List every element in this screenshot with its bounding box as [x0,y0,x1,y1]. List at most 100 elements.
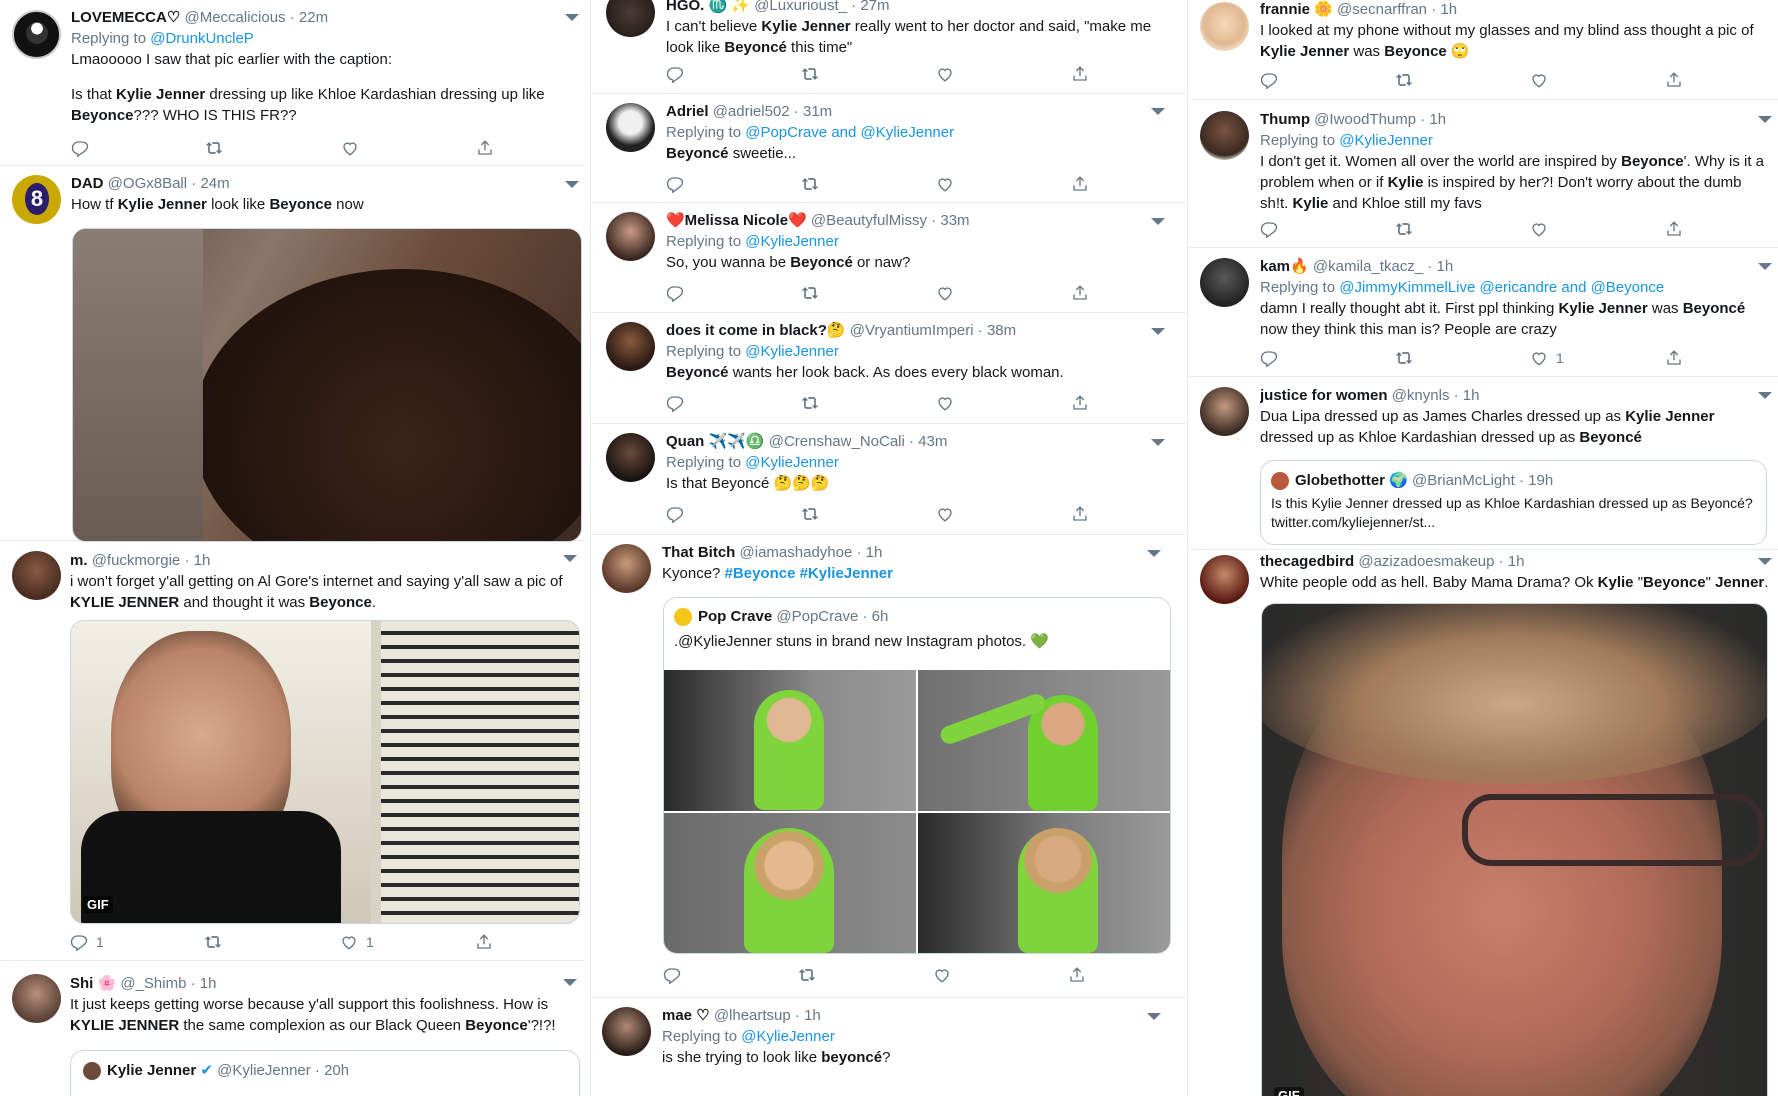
share-button[interactable] [1071,64,1089,84]
display-name[interactable]: justice for women [1260,387,1388,404]
display-name[interactable]: LOVEMECCA♡ [71,9,180,26]
like-button[interactable] [936,64,954,84]
like-button[interactable]: 1 [340,932,374,952]
tweet-m[interactable]: m. @fuckmorgie · 1h i won't forget y'all… [0,541,585,961]
display-name[interactable]: Adriel [666,103,709,120]
handle[interactable]: @adriel502 [713,103,790,120]
share-button[interactable] [1071,283,1089,303]
chevron-down-icon[interactable] [1151,439,1165,446]
avatar[interactable] [606,212,655,261]
handle[interactable]: @iamashadyhoe [740,544,853,561]
display-name[interactable]: ❤️Melissa Nicole❤️ [666,212,807,229]
timestamp[interactable]: 1h [1508,553,1525,570]
reply-button[interactable] [666,283,684,303]
chevron-down-icon[interactable] [1758,263,1772,270]
reply-button[interactable]: 1 [70,932,104,952]
chevron-down-icon[interactable] [565,14,579,21]
avatar[interactable] [602,1007,651,1056]
photo-1[interactable] [664,670,916,811]
quoted-tweet[interactable]: Pop Crave @PopCrave · 6h .@KylieJenner s… [663,597,1171,954]
tweet-adriel[interactable]: Adriel @adriel502 · 31m Replying to @Pop… [591,94,1186,203]
reply-to-link[interactable]: @PopCrave and @KylieJenner [745,124,954,141]
share-button[interactable] [1071,174,1089,194]
tweet-does-it-come-in-black[interactable]: does it come in black?🤔 @VryantiumImperi… [591,313,1186,424]
avatar[interactable] [12,10,61,59]
display-name[interactable]: m. [70,552,88,569]
chevron-down-icon[interactable] [565,181,579,188]
like-button[interactable]: 1 [1530,348,1564,368]
like-button[interactable] [936,504,954,524]
retweet-button[interactable] [203,932,223,952]
reply-to-link[interactable]: @JimmyKimmelLive @ericandre and @Beyonce [1339,279,1664,296]
handle[interactable]: @fuckmorgie [92,552,181,569]
display-name[interactable]: mae ♡ [662,1007,710,1024]
reply-button[interactable] [666,393,684,413]
timestamp[interactable]: 1h [866,544,883,561]
like-button[interactable] [341,138,359,158]
like-button[interactable] [1530,219,1548,239]
reply-button[interactable] [666,174,684,194]
reply-to-link[interactable]: @KylieJenner [745,454,839,471]
avatar[interactable]: 8 [12,175,61,224]
timestamp[interactable]: 24m [200,175,229,192]
retweet-button[interactable] [800,64,820,84]
avatar[interactable] [602,544,651,593]
display-name[interactable]: Thump [1260,111,1310,128]
timestamp[interactable]: 27m [860,0,889,14]
display-name[interactable]: thecagedbird [1260,553,1354,570]
share-button[interactable] [1071,393,1089,413]
retweet-button[interactable] [1394,348,1414,368]
retweet-button[interactable] [204,138,224,158]
tweet-thump[interactable]: Thump @IwoodThump · 1h Replying to @Kyli… [1188,100,1778,248]
reply-button[interactable] [663,965,681,985]
reply-to-link[interactable]: @KylieJenner [741,1028,835,1045]
timestamp[interactable]: 33m [940,212,969,229]
reply-button[interactable] [1260,70,1278,90]
handle[interactable]: @_Shimb [120,975,186,992]
tweet-shi[interactable]: Shi 🌸 @_Shimb · 1h It just keeps getting… [0,961,585,1096]
handle[interactable]: @VryantiumImperi [850,322,974,339]
timestamp[interactable]: 1h [194,552,211,569]
retweet-button[interactable] [797,965,817,985]
timestamp[interactable]: 38m [987,322,1016,339]
handle[interactable]: @Luxurioust_ [754,0,847,14]
chevron-down-icon[interactable] [1151,328,1165,335]
display-name[interactable]: Shi 🌸 [70,975,116,992]
photo-4[interactable] [918,813,1170,953]
hashtag-link[interactable]: #KylieJenner [800,565,893,582]
tweet-kam[interactable]: kam🔥 @kamila_tkacz_ · 1h Replying to @Ji… [1188,248,1778,377]
tweet-media-video[interactable] [72,228,582,542]
reply-to-link[interactable]: @KylieJenner [745,343,839,360]
retweet-button[interactable] [1394,70,1414,90]
handle[interactable]: @secnarffran [1337,1,1427,18]
like-button[interactable] [936,174,954,194]
display-name[interactable]: Quan ✈️✈️♎ [666,433,765,450]
chevron-down-icon[interactable] [1758,116,1772,123]
reply-button[interactable] [1260,348,1278,368]
avatar[interactable] [1200,2,1249,51]
tweet-hgo[interactable]: HGO. ♏ ✨ @Luxurioust_ · 27m I can't beli… [591,0,1186,94]
reply-to-link[interactable]: @KylieJenner [745,233,839,250]
like-button[interactable] [936,393,954,413]
handle[interactable]: @azizadoesmakeup [1358,553,1494,570]
tweet-media-gif[interactable]: GIF [1261,603,1768,1096]
display-name[interactable]: kam🔥 [1260,258,1309,275]
tweet-quan[interactable]: Quan ✈️✈️♎ @Crenshaw_NoCali · 43m Replyi… [591,424,1186,535]
tweet-that-bitch[interactable]: That Bitch @iamashadyhoe · 1h Kyonce? #B… [591,535,1186,998]
photo-3[interactable] [664,813,916,953]
timestamp[interactable]: 1h [1463,387,1480,404]
chevron-down-icon[interactable] [1758,392,1772,399]
tweet-justice-for-women[interactable]: justice for women @knynls · 1h Dua Lipa … [1188,377,1778,550]
retweet-button[interactable] [800,504,820,524]
timestamp[interactable]: 1h [1440,1,1457,18]
hashtag-link[interactable]: #Beyonce [725,565,796,582]
share-button[interactable] [475,932,493,952]
handle[interactable]: @Meccalicious [184,9,285,26]
tweet-thecagedbird[interactable]: thecagedbird @azizadoesmakeup · 1h White… [1188,550,1778,1096]
timestamp[interactable]: 43m [918,433,947,450]
tweet-mae[interactable]: mae ♡ @lheartsup · 1h Replying to @Kylie… [591,998,1186,1096]
handle[interactable]: @BeautyfulMissy [811,212,927,229]
display-name[interactable]: does it come in black?🤔 [666,322,846,339]
retweet-button[interactable] [800,393,820,413]
avatar[interactable] [606,0,655,37]
